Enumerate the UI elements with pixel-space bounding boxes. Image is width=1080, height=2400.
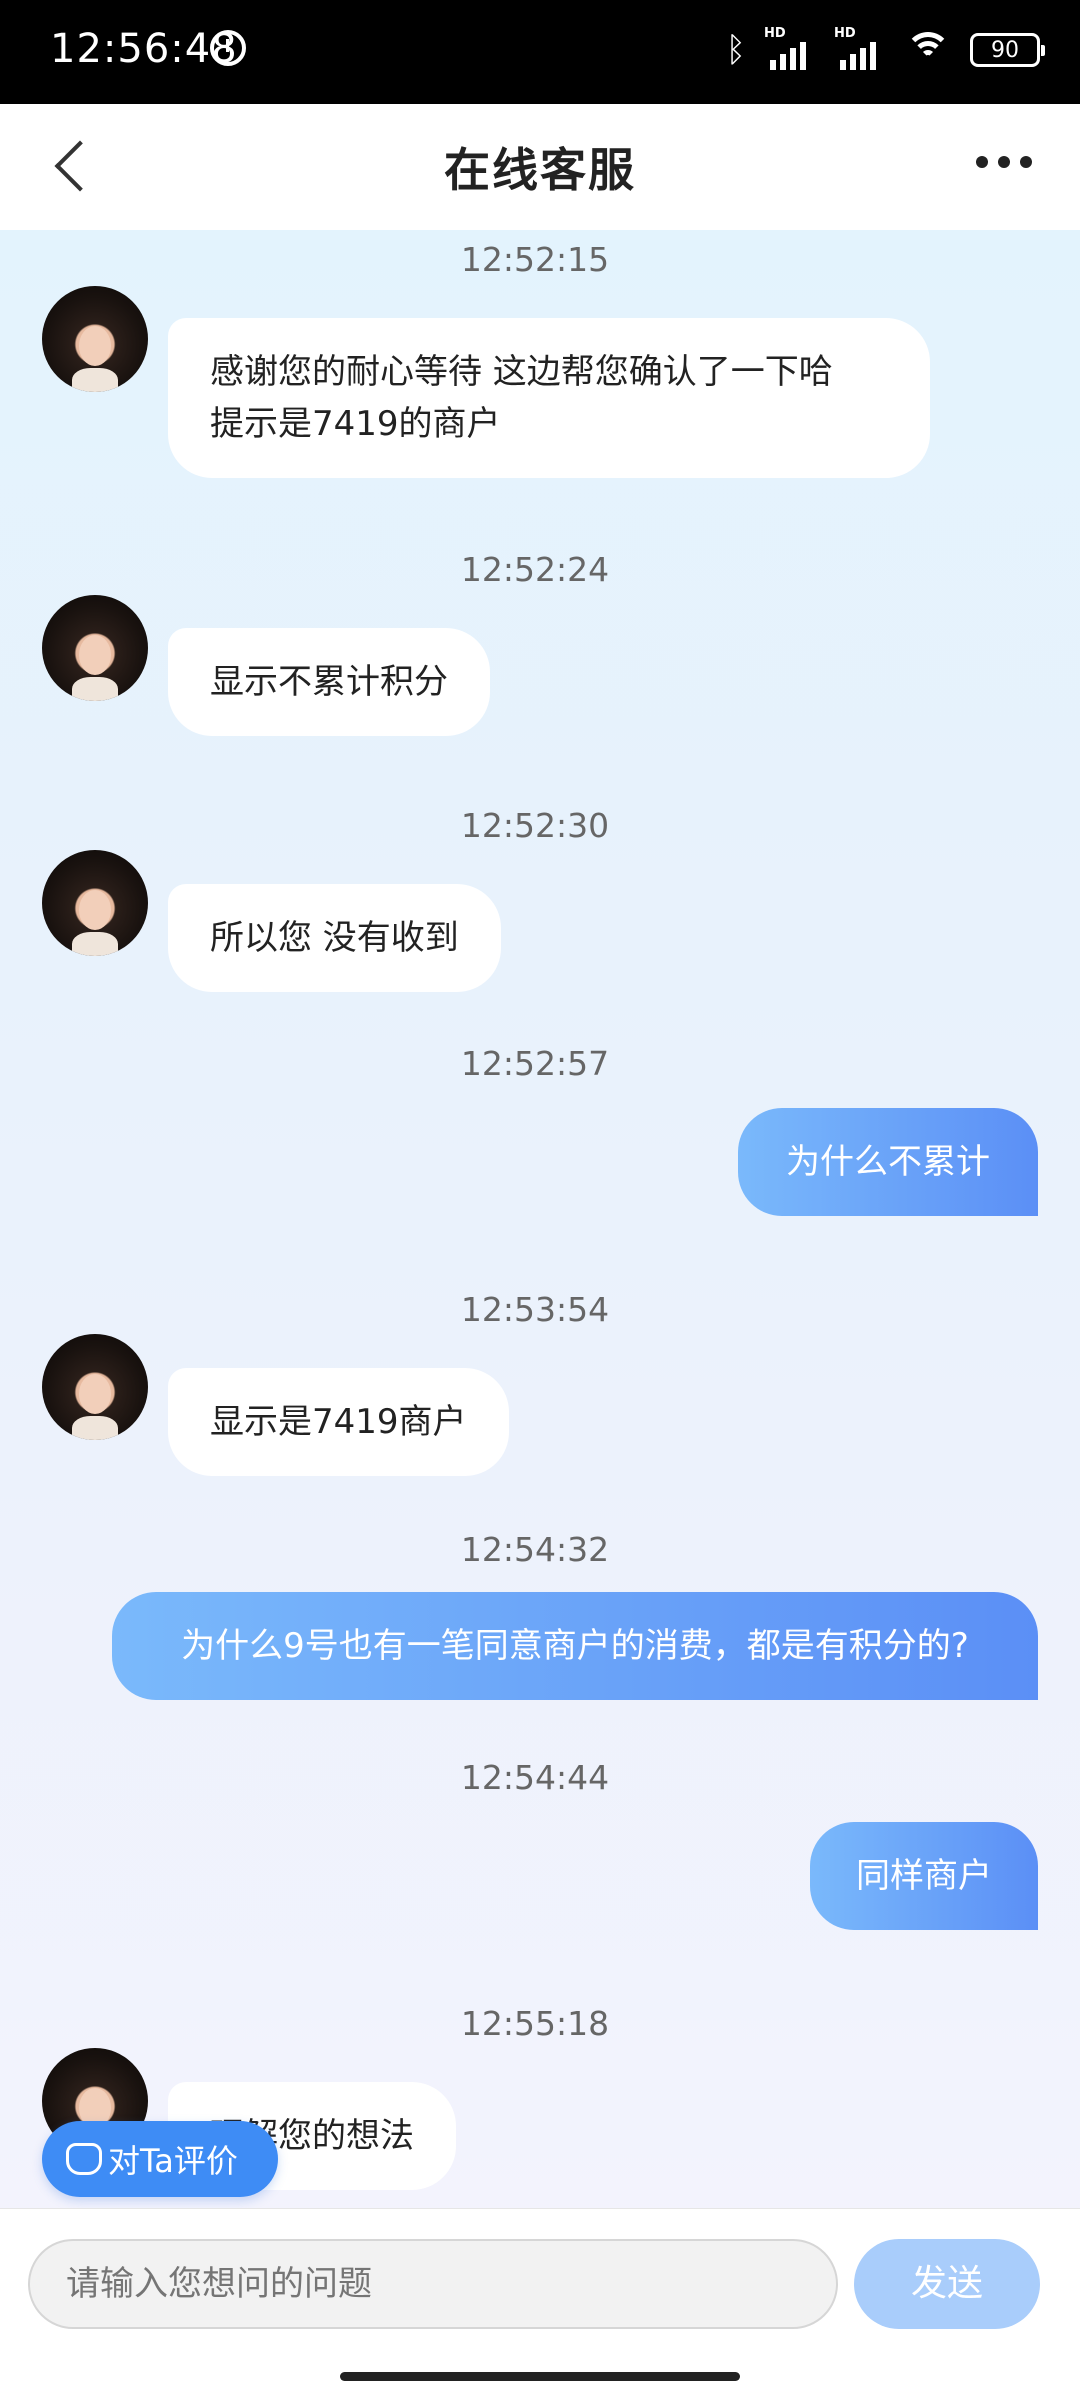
agent-avatar[interactable] (42, 595, 148, 701)
agent-avatar[interactable] (42, 286, 148, 392)
signal-icon: HD (764, 26, 816, 70)
user-message: 为什么不累计 (738, 1108, 1038, 1216)
battery-icon: 90 (970, 33, 1045, 67)
wifi-icon (904, 30, 952, 70)
message-timestamp: 12:52:57 (460, 1044, 610, 1083)
agent-avatar[interactable] (42, 1334, 148, 1440)
rate-agent-label: 对Ta评价 (108, 2142, 238, 2180)
agent-message: 所以您 没有收到 (168, 884, 501, 992)
user-message: 为什么9号也有一笔同意商户的消费，都是有积分的? (112, 1592, 1038, 1700)
signal-icon: HD (834, 26, 886, 70)
message-timestamp: 12:54:44 (460, 1758, 610, 1797)
send-button[interactable]: 发送 (854, 2239, 1040, 2329)
alarm-icon (210, 30, 246, 66)
message-timestamp: 12:55:18 (460, 2004, 610, 2043)
agent-message: 感谢您的耐心等待 这边帮您确认了一下哈 提示是7419的商户 (168, 318, 930, 478)
top-bar: 在线客服 (0, 104, 1080, 230)
message-timestamp: 12:52:15 (460, 240, 610, 279)
message-timestamp: 12:53:54 (460, 1290, 610, 1329)
status-icons: ᛒ HD HD 90 (725, 26, 1045, 72)
agent-message: 显示是7419商户 (168, 1368, 509, 1476)
battery-level: 90 (991, 37, 1019, 63)
chat-area[interactable]: 12:52:15 感谢您的耐心等待 这边帮您确认了一下哈 提示是7419的商户 … (0, 230, 1080, 2208)
page-title: 在线客服 (444, 143, 636, 197)
message-timestamp: 12:52:24 (460, 550, 610, 589)
more-icon[interactable] (976, 156, 1032, 168)
message-input[interactable] (28, 2239, 838, 2329)
bluetooth-icon: ᛒ (725, 30, 746, 70)
home-indicator[interactable] (340, 2372, 740, 2381)
user-message: 同样商户 (810, 1822, 1038, 1930)
rate-agent-button[interactable]: 对Ta评价 (42, 2121, 278, 2197)
agent-message: 显示不累计积分 (168, 628, 490, 736)
agent-avatar[interactable] (42, 850, 148, 956)
status-bar: 12:56:48 ᛒ HD HD 90 (0, 0, 1080, 104)
message-timestamp: 12:54:32 (460, 1530, 610, 1569)
rating-icon (66, 2143, 102, 2175)
message-timestamp: 12:52:30 (460, 806, 610, 845)
